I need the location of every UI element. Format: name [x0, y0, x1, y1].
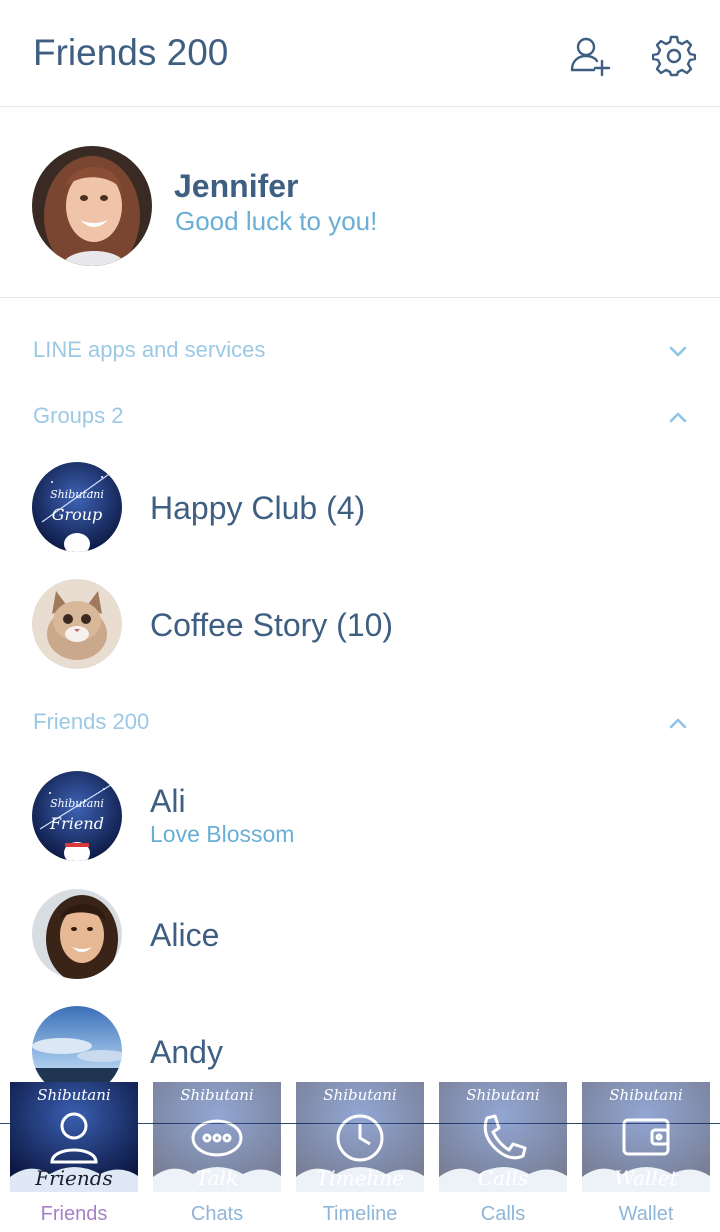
group-avatar: Shibutani Group: [32, 462, 122, 552]
tab-friends[interactable]: Shibutani Friends Friends: [10, 1082, 138, 1232]
section-friends[interactable]: Friends 200: [0, 697, 720, 747]
friend-name: Ali: [150, 783, 186, 819]
chevron-down-icon[interactable]: [664, 337, 692, 365]
settings-gear-icon[interactable]: [651, 34, 697, 78]
svg-text:Group: Group: [52, 505, 103, 524]
tab-caption-text: Wallet: [614, 1166, 678, 1190]
tab-label: Friends: [40, 1203, 108, 1225]
svg-text:Shibutani: Shibutani: [50, 488, 104, 501]
section-label: Groups 2: [33, 403, 124, 428]
svg-text:Friend: Friend: [49, 814, 104, 833]
tab-tile: Shibutani Wallet: [582, 1082, 710, 1192]
tab-caption-text: Calls: [477, 1166, 529, 1190]
section-groups[interactable]: Groups 2: [0, 391, 720, 441]
group-avatar: [32, 579, 122, 669]
bottom-tab-bar: Shibutani Friends Friends Shibutani Talk…: [0, 1082, 720, 1232]
tab-timeline[interactable]: Shibutani Timeline Timeline: [296, 1082, 424, 1232]
friend-name: Andy: [150, 1034, 223, 1070]
group-name: Happy Club (4): [150, 490, 366, 526]
tab-calls[interactable]: Shibutani Calls Calls: [439, 1082, 567, 1232]
chevron-up-icon[interactable]: [664, 403, 692, 431]
tab-label: Chats: [190, 1203, 244, 1225]
tab-tile: Shibutani Friends: [10, 1082, 138, 1192]
section-label: LINE apps and services: [33, 337, 266, 362]
tab-tile: Shibutani Calls: [439, 1082, 567, 1192]
tab-brand-text: Shibutani: [37, 1086, 111, 1104]
tab-caption-text: Talk: [195, 1166, 239, 1190]
friend-name: Alice: [150, 917, 220, 953]
avatar[interactable]: [32, 146, 152, 266]
tab-brand-text: Shibutani: [466, 1086, 540, 1104]
list-item[interactable]: Alice: [0, 889, 720, 999]
list-item[interactable]: Coffee Story (10): [0, 579, 720, 689]
chevron-up-icon[interactable]: [664, 709, 692, 737]
my-profile[interactable]: Jennifer Good luck to you!: [0, 108, 720, 298]
tab-brand-text: Shibutani: [323, 1086, 397, 1104]
tab-caption-text: Timeline: [315, 1166, 405, 1190]
tab-caption-text: Friends: [35, 1166, 113, 1190]
list-item[interactable]: Shibutani Friend Ali Love Blossom: [0, 771, 720, 881]
tab-label: Timeline: [322, 1203, 398, 1225]
list-item[interactable]: Shibutani Group Happy Club (4): [0, 462, 720, 572]
tab-tile: Shibutani Talk: [153, 1082, 281, 1192]
friend-status-message: Love Blossom: [150, 821, 295, 847]
tab-chats[interactable]: Shibutani Talk Chats: [153, 1082, 281, 1232]
header-bar: Friends 200: [0, 0, 720, 107]
tab-brand-text: Shibutani: [609, 1086, 683, 1104]
profile-status-message: Good luck to you!: [175, 206, 378, 236]
section-line-apps[interactable]: LINE apps and services: [0, 325, 720, 375]
section-label: Friends 200: [33, 709, 150, 734]
page-title: Friends 200: [33, 32, 229, 73]
profile-name: Jennifer: [174, 168, 299, 204]
group-name: Coffee Story (10): [150, 607, 394, 643]
svg-text:Shibutani: Shibutani: [50, 797, 104, 810]
friend-avatar: [32, 889, 122, 979]
friend-avatar: Shibutani Friend: [32, 771, 122, 861]
tab-label: Calls: [480, 1203, 526, 1225]
tab-label: Wallet: [618, 1203, 674, 1225]
add-friend-icon[interactable]: [568, 34, 612, 78]
tab-wallet[interactable]: Shibutani Wallet Wallet: [582, 1082, 710, 1232]
tab-brand-text: Shibutani: [180, 1086, 254, 1104]
tab-tile: Shibutani Timeline: [296, 1082, 424, 1192]
